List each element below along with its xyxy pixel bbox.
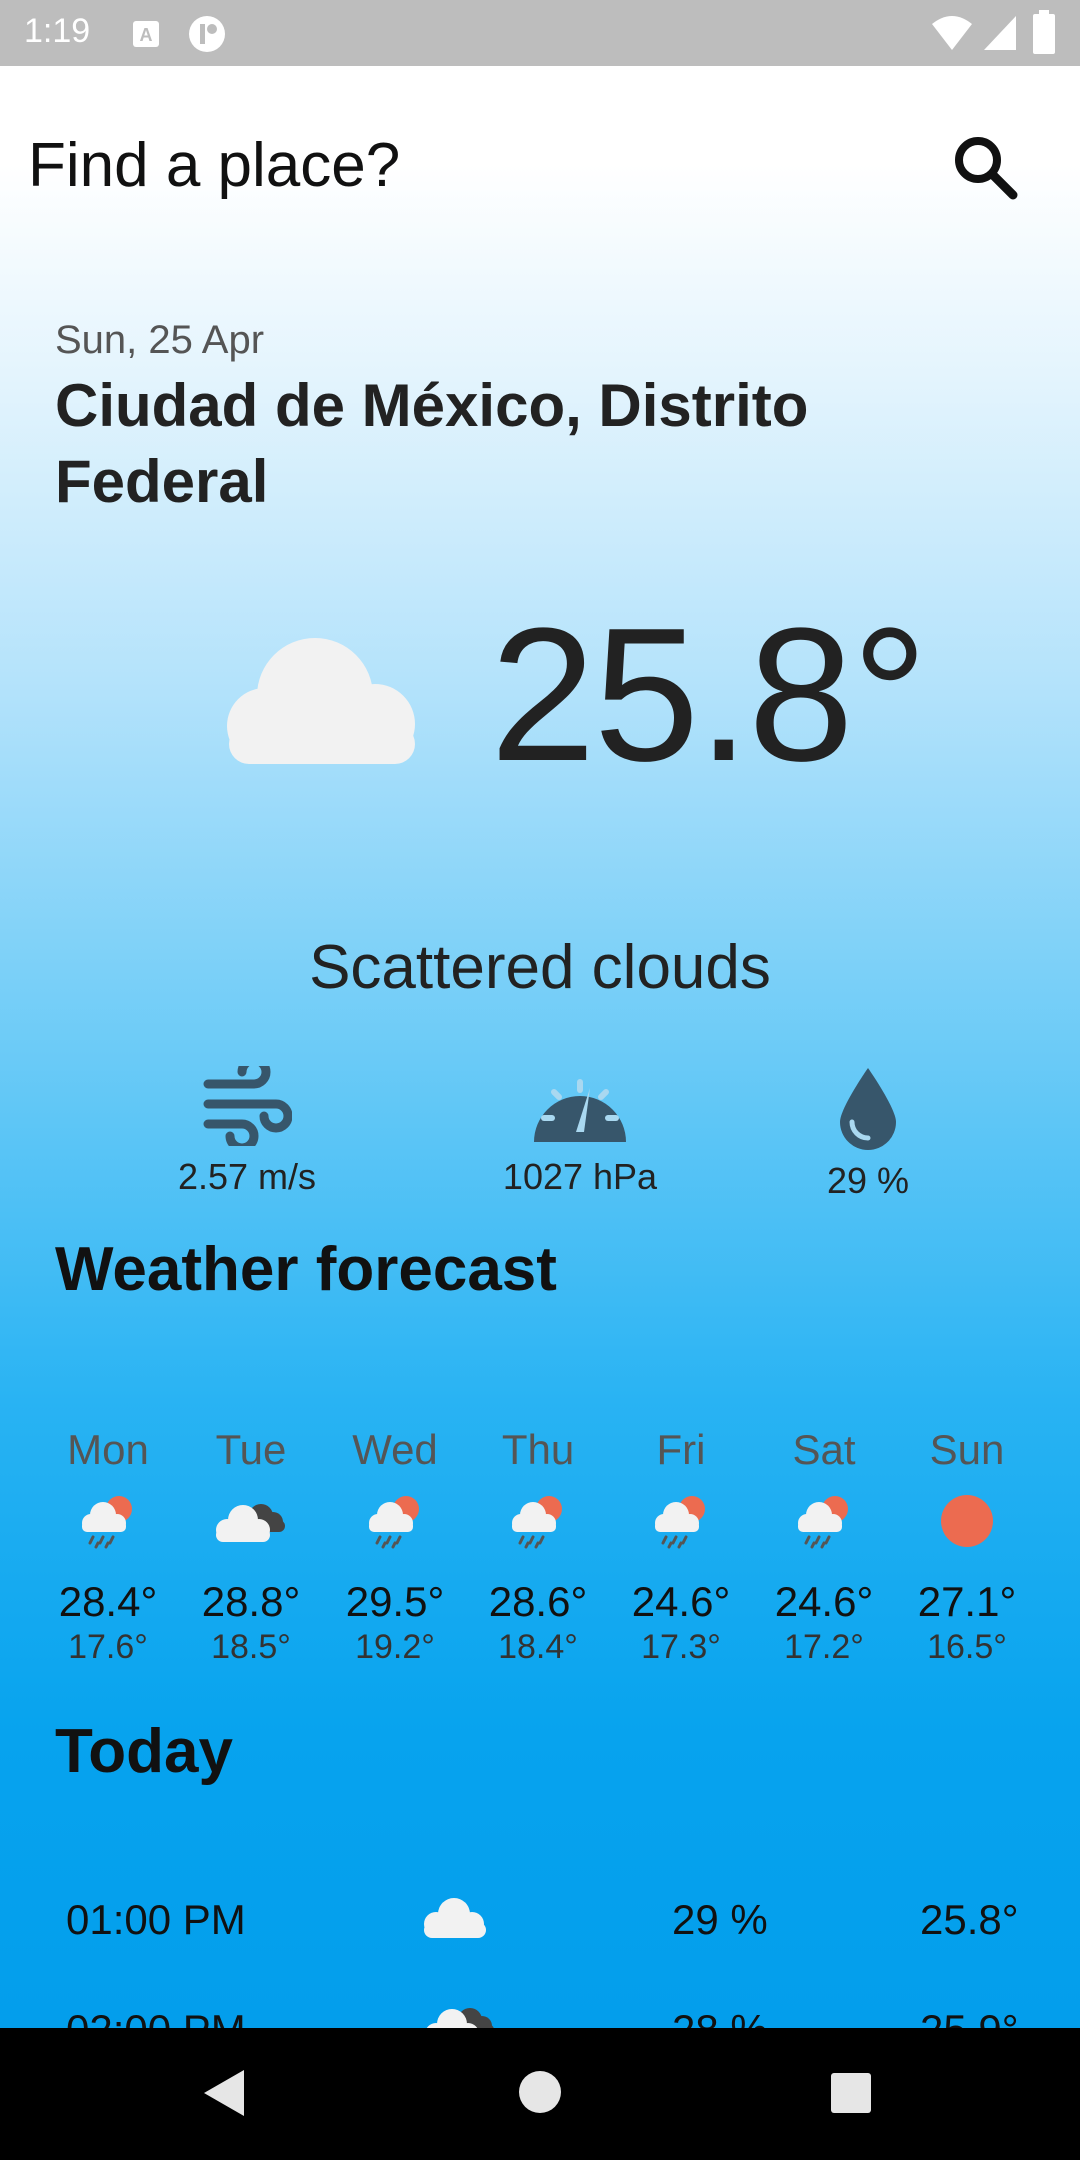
navigation-bar (0, 2028, 1080, 2160)
back-icon[interactable] (200, 2068, 248, 2123)
day-low: 17.3° (641, 1628, 721, 1666)
battery-icon (1032, 10, 1056, 59)
day-high: 28.8° (201, 1578, 301, 1625)
search-icon[interactable] (950, 132, 1020, 202)
day-name: Sun (929, 1426, 1005, 1473)
forecast-day[interactable]: Fri 24.6° 17.3° (610, 1426, 752, 1667)
a-notification-icon: A (132, 20, 160, 53)
day-low: 17.6° (68, 1628, 148, 1666)
hour-row[interactable]: 01:00 PM 29 % 25.8° (0, 1876, 1080, 1976)
gauge-icon (450, 1066, 710, 1146)
humidity-value: 29 % (826, 1160, 910, 1201)
forecast-day[interactable]: Thu 28.6° 18.4° (467, 1426, 609, 1667)
day-high: 29.5° (345, 1578, 445, 1625)
day-name: Tue (215, 1426, 287, 1473)
day-name: Mon (67, 1426, 149, 1473)
wind-icon (117, 1066, 377, 1146)
status-bar: 1:19 A (0, 0, 1080, 66)
day-low: 19.2° (355, 1628, 435, 1666)
svg-text:A: A (140, 25, 153, 45)
cloud-icon (420, 1896, 490, 1950)
today-title: Today (55, 1717, 233, 1786)
wind-metric: 2.57 m/s (117, 1066, 377, 1198)
app-notification-icon (187, 14, 227, 59)
status-time: 1:19 (24, 12, 91, 50)
forecast-list: Mon 28.4° 17.6° Tue 28.8° 18.5° Wed 29.5… (37, 1426, 1037, 1716)
humidity-metric: 29 % (738, 1066, 998, 1202)
day-low: 17.2° (784, 1628, 864, 1666)
city-name: Ciudad de México, Distrito Federal (55, 372, 809, 515)
day-high: 24.6° (774, 1578, 874, 1625)
hour-temp: 25.9° (920, 2006, 1019, 2028)
hour-row[interactable]: 02:00 PM 28 % 25.9° (0, 1986, 1080, 2028)
hour-time: 02:00 PM (66, 2006, 246, 2028)
day-high: 28.4° (58, 1578, 158, 1625)
day-high: 27.1° (917, 1578, 1017, 1625)
search-prompt[interactable]: Find a place? (28, 130, 400, 201)
dark-clouds-icon (211, 1496, 291, 1551)
rain-sun-icon (507, 1493, 569, 1554)
forecast-day[interactable]: Sun 27.1° 16.5° (896, 1426, 1038, 1667)
day-high: 24.6° (631, 1578, 731, 1625)
day-name: Thu (501, 1426, 575, 1473)
day-low: 18.5° (211, 1628, 291, 1666)
rain-sun-icon (793, 1493, 855, 1554)
day-name: Sat (792, 1426, 856, 1473)
wind-value: 2.57 m/s (177, 1156, 317, 1197)
day-low: 16.5° (927, 1628, 1007, 1666)
day-name: Wed (352, 1426, 438, 1473)
day-name: Fri (656, 1426, 706, 1473)
current-date: Sun, 25 Apr (55, 318, 265, 362)
hour-humidity: 28 % (672, 2006, 768, 2028)
forecast-day[interactable]: Tue 28.8° 18.5° (180, 1426, 322, 1667)
pressure-value: 1027 hPa (502, 1156, 658, 1197)
hour-temp: 25.8° (920, 1896, 1019, 1943)
app-content: Find a place? Sun, 25 Apr Ciudad de Méxi… (0, 66, 1080, 2028)
day-low: 18.4° (498, 1628, 578, 1666)
forecast-day[interactable]: Sat 24.6° 17.2° (753, 1426, 895, 1667)
forecast-day[interactable]: Wed 29.5° 19.2° (324, 1426, 466, 1667)
signal-icon (982, 14, 1018, 57)
forecast-title: Weather forecast (55, 1235, 557, 1304)
condition-text: Scattered clouds (309, 933, 771, 1002)
wifi-icon (930, 14, 974, 57)
day-high: 28.6° (488, 1578, 588, 1625)
rain-sun-icon (650, 1493, 712, 1554)
header: Find a place? (0, 66, 1080, 266)
drop-icon (738, 1066, 998, 1150)
sun-icon (939, 1493, 995, 1554)
rain-sun-icon (364, 1493, 426, 1554)
recents-icon[interactable] (830, 2072, 872, 2119)
rain-sun-icon (77, 1493, 139, 1554)
pressure-metric: 1027 hPa (450, 1066, 710, 1198)
home-icon[interactable] (518, 2070, 562, 2119)
hour-time: 01:00 PM (66, 1896, 246, 1943)
cloud-icon (215, 626, 425, 766)
current-temperature: 25.8° (490, 589, 928, 801)
dark-clouds-icon (420, 2000, 500, 2028)
forecast-day[interactable]: Mon 28.4° 17.6° (37, 1426, 179, 1667)
hour-humidity: 29 % (672, 1896, 768, 1943)
